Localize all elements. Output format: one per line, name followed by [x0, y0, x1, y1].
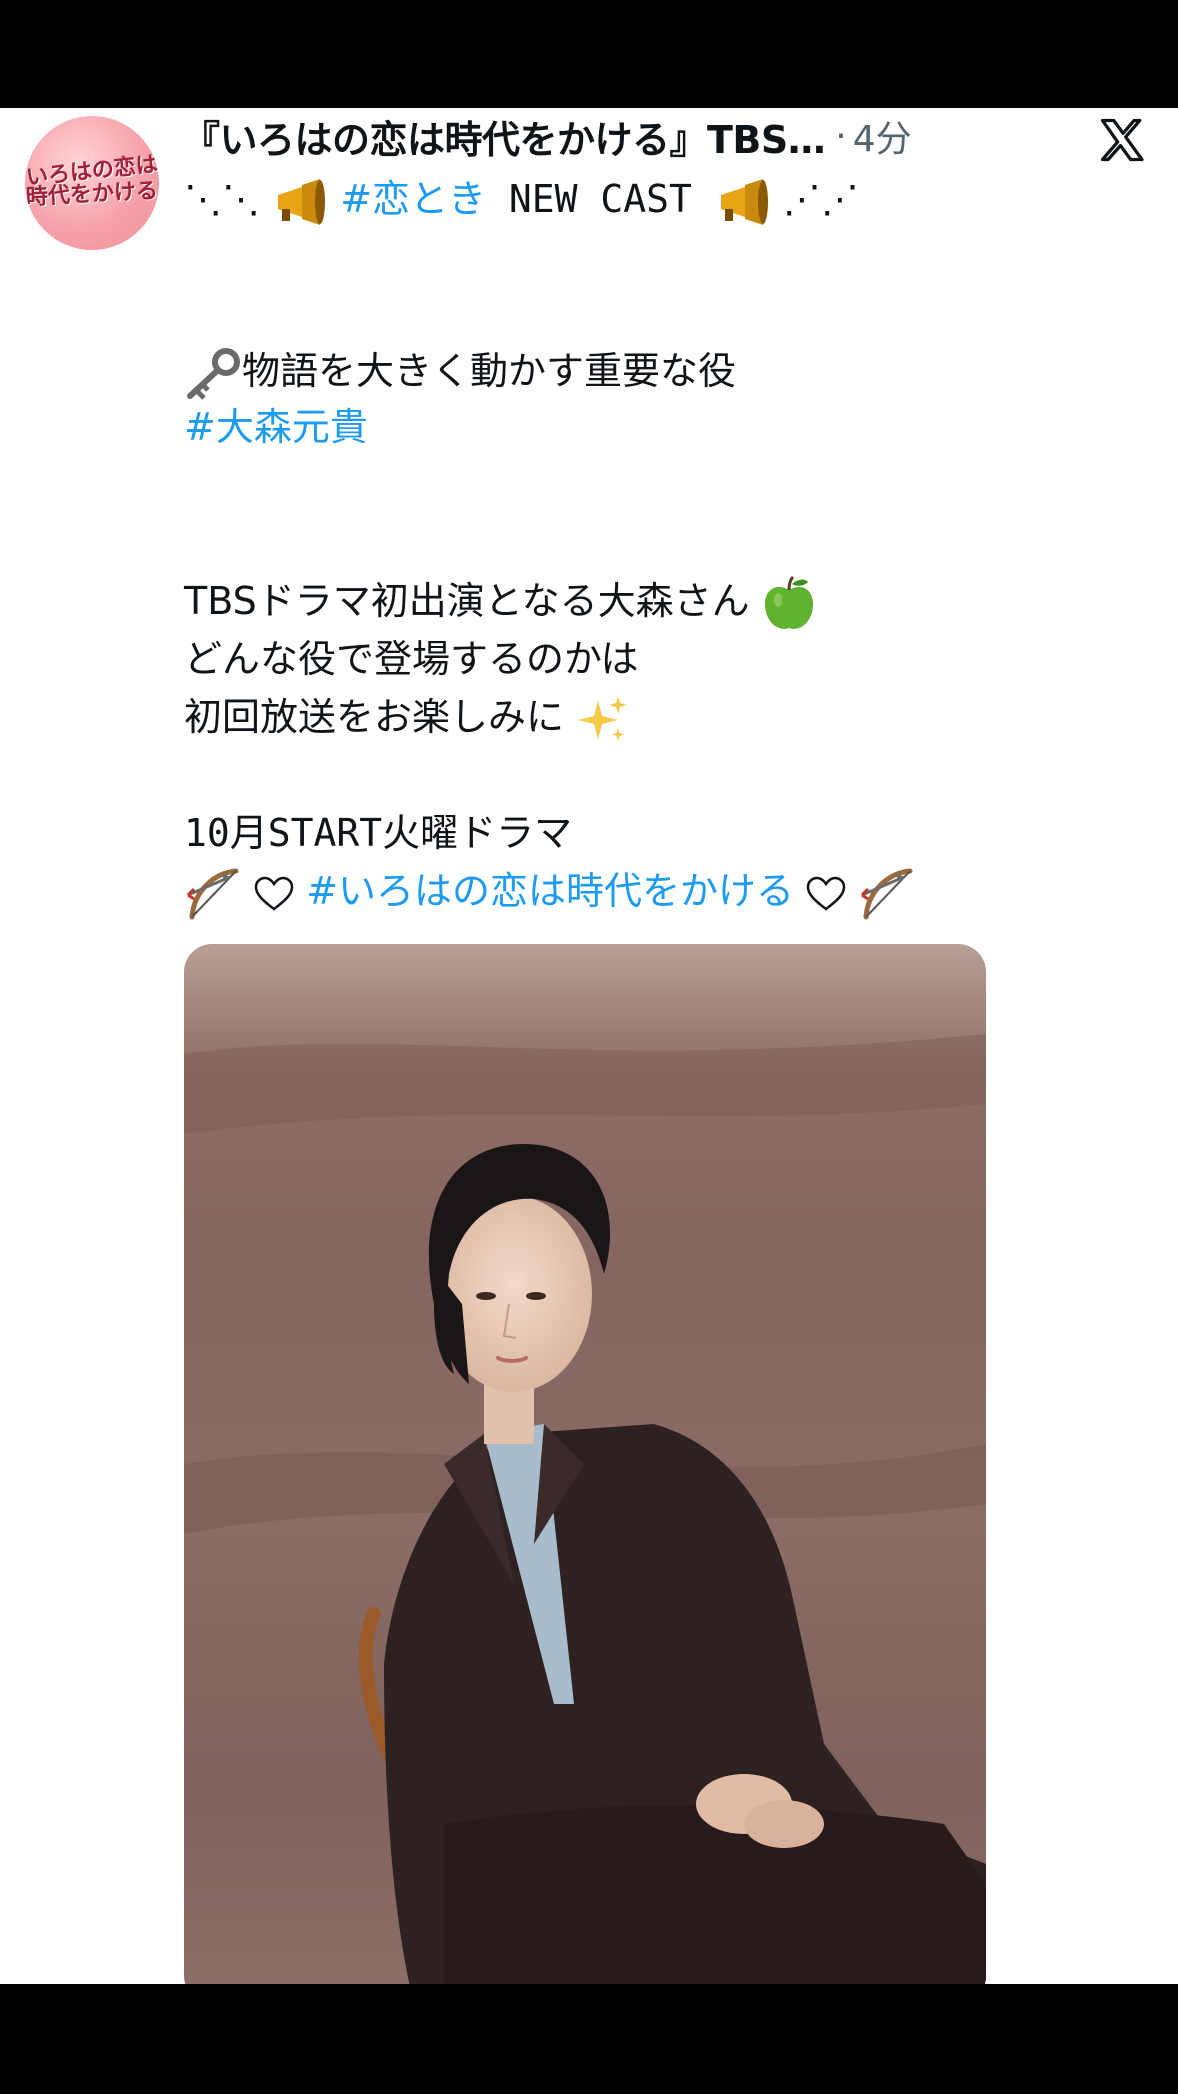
tweet-header: 『いろはの恋は時代をかける』TBS… · 4分 [182, 110, 912, 162]
hashtag-iroha-title[interactable]: #いろはの恋は時代をかける [306, 869, 794, 913]
debut-text: TBSドラマ初出演となる大森さん [184, 579, 750, 623]
time-separator: · [835, 115, 847, 157]
tweet-photo[interactable] [184, 944, 986, 1984]
first-broadcast-text: 初回放送をお楽しみに [184, 695, 565, 739]
megaphone-icon [278, 178, 326, 225]
role-description: 物語を大きく動かす重要な役 [242, 349, 737, 393]
new-cast-text: NEW CAST [486, 177, 715, 221]
schedule-line: 10月START火曜ドラマ [184, 811, 573, 855]
avatar[interactable]: いろはの恋は 時代をかける [25, 116, 159, 250]
white-heart-icon [806, 876, 846, 911]
top-black-bar [0, 0, 1178, 108]
sparkles-icon [578, 695, 628, 741]
body-line-2: どんな役で登場するのかは [184, 637, 639, 681]
role-line: 物語を大きく動かす重要な役 [184, 342, 736, 400]
bow-and-arrow-icon [186, 868, 239, 919]
bottom-black-bar [0, 1984, 1178, 2094]
dots-right: ⋰⋰ [782, 177, 859, 221]
hashtag-koitoki[interactable]: #恋とき [340, 177, 486, 221]
x-logo-icon[interactable] [1096, 114, 1148, 166]
cast-portrait-image [184, 944, 986, 1984]
tweet-timestamp[interactable]: 4分 [853, 110, 912, 162]
hashtag-omori-motoki[interactable]: #大森元貴 [184, 398, 368, 456]
bow-and-arrow-icon [861, 868, 913, 919]
megaphone-icon [720, 178, 768, 225]
white-heart-icon [254, 876, 294, 911]
title-hashtag-line: #いろはの恋は時代をかける [184, 862, 916, 921]
body-line-1: TBSドラマ初出演となる大森さん [184, 572, 816, 632]
body-line-3: 初回放送をお楽しみに [184, 688, 628, 746]
dots-left: ⋱⋱ [184, 177, 260, 221]
key-icon [187, 347, 240, 400]
avatar-logo-line-2: 時代をかける [25, 177, 159, 211]
tweet-card[interactable]: いろはの恋は 時代をかける 『いろはの恋は時代をかける』TBS… · 4分 ⋱⋱… [0, 108, 1178, 1984]
author-display-name[interactable]: 『いろはの恋は時代をかける』TBS… [182, 109, 826, 164]
announcement-line: ⋱⋱ #恋とき NEW CAST ⋰⋰ [184, 170, 859, 228]
green-apple-icon [764, 575, 813, 629]
